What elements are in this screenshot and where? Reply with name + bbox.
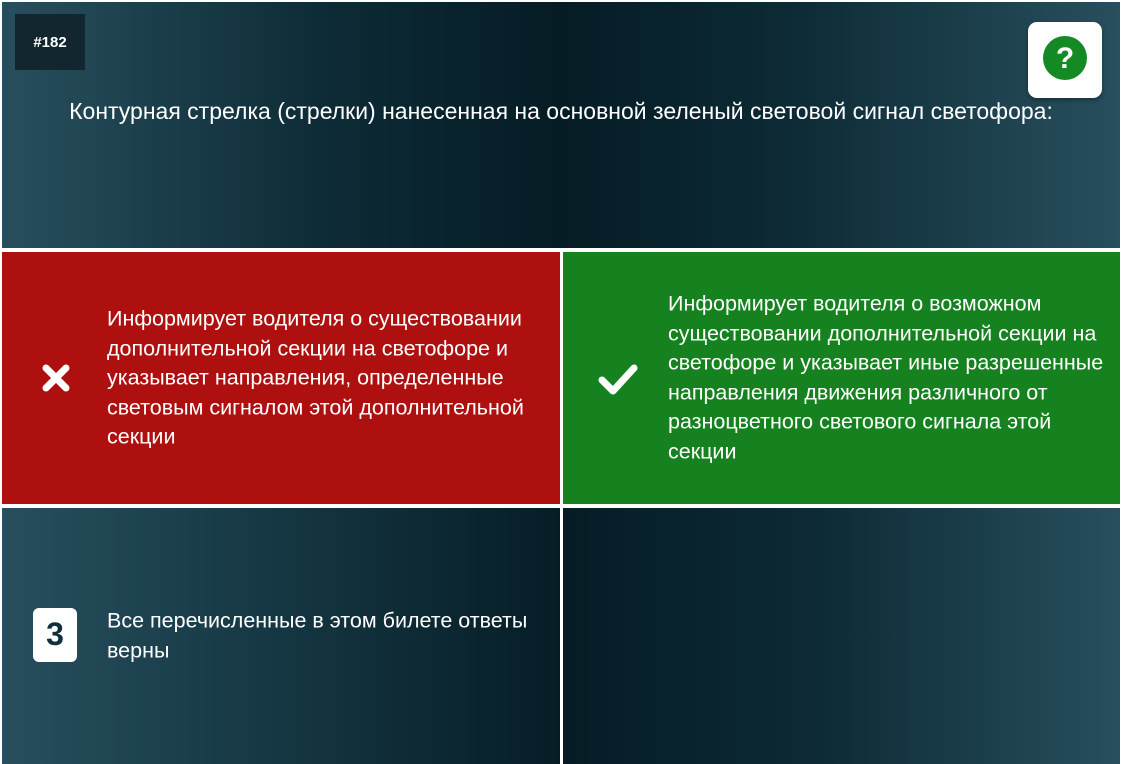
answer-option-2[interactable]: Информирует водителя о возможном существ… (563, 252, 1120, 504)
question-circle-icon: ? (1042, 35, 1088, 86)
question-panel: #182 ? Контурная стрелка (стрелки) нанес… (2, 2, 1120, 248)
svg-text:?: ? (1056, 42, 1074, 75)
answer-option-3[interactable]: 3 Все перечисленные в этом билете ответы… (2, 508, 560, 764)
answer-text: Информирует водителя о возможном существ… (668, 291, 1104, 464)
question-number-badge: #182 (15, 14, 85, 70)
empty-cell (563, 508, 1120, 764)
answer-option-1[interactable]: Информирует водителя о существовании доп… (2, 252, 560, 504)
quiz-screen: #182 ? Контурная стрелка (стрелки) нанес… (0, 0, 1122, 764)
help-button[interactable]: ? (1028, 22, 1102, 98)
answer-number: 3 (33, 608, 77, 662)
answer-number-badge: 3 (33, 608, 77, 662)
answer-text: Все перечисленные в этом билете ответы в… (107, 608, 528, 663)
cross-icon (38, 359, 74, 397)
question-text: Контурная стрелка (стрелки) нанесенная н… (69, 98, 1053, 124)
check-icon (596, 359, 640, 399)
answer-text: Информирует водителя о существовании доп… (107, 306, 524, 449)
